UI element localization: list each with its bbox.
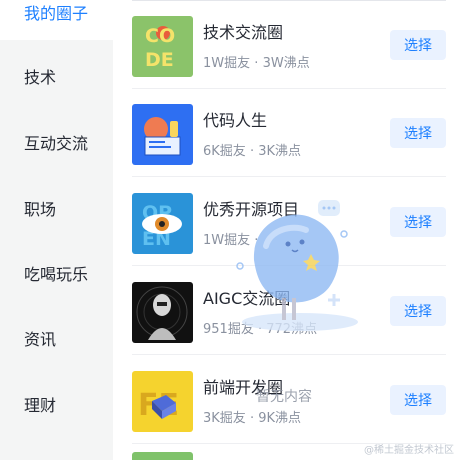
select-button[interactable]: 选择: [390, 30, 446, 60]
circle-name: 技术交流圈: [203, 23, 284, 42]
post-count: 3K沸点: [258, 144, 302, 159]
post-count: 9K沸点: [258, 411, 302, 426]
list-item[interactable]: 代码人生 6K掘友 · 3K沸点 选择: [132, 89, 446, 177]
empty-state-text: 暂无内容: [256, 389, 312, 405]
member-count: 1W掘友: [203, 56, 251, 71]
circle-logo: CO DE: [132, 16, 193, 77]
divider: [132, 354, 446, 355]
member-count: 3K掘友: [203, 411, 246, 426]
circle-stats: 1W掘友 · 3W沸点: [203, 52, 310, 71]
watermark: @稀土掘金技术社区: [364, 445, 454, 456]
sidebar-item-label: 理财: [24, 396, 57, 415]
post-count: 3W沸点: [262, 56, 310, 71]
select-button[interactable]: 选择: [390, 385, 446, 415]
circle-logo: [132, 282, 193, 343]
sidebar-item-my-circles[interactable]: 我的圈子: [0, 0, 113, 40]
circle-logo: [132, 104, 193, 165]
circle-logo: [132, 452, 193, 460]
select-button[interactable]: 选择: [390, 118, 446, 148]
sidebar-item-interaction[interactable]: 互动交流: [0, 114, 113, 170]
circle-stats: 3K掘友 · 9K沸点: [203, 407, 301, 426]
separator-dot: ·: [254, 56, 259, 71]
sidebar-item-label: 吃喝玩乐: [24, 265, 89, 284]
select-button[interactable]: 选择: [390, 207, 446, 237]
sidebar-item-finance[interactable]: 理财: [0, 376, 113, 432]
sidebar-item-label: 职场: [24, 200, 57, 219]
divider: [132, 176, 446, 177]
sidebar-item-news[interactable]: 资讯: [0, 310, 113, 366]
circle-name: 代码人生: [203, 111, 268, 130]
member-count: 6K掘友: [203, 144, 246, 159]
sidebar-item-label: 技术: [24, 68, 57, 87]
separator-dot: ·: [249, 411, 255, 426]
sidebar-item-label: 我的圈子: [24, 4, 89, 23]
circle-logo: FE: [132, 371, 193, 432]
sidebar-item-lifestyle[interactable]: 吃喝玩乐: [0, 245, 113, 301]
separator-dot: ·: [249, 144, 255, 159]
logo-text: CO: [145, 25, 175, 47]
circle-logo: OP EN: [132, 193, 193, 254]
circle-stats: 6K掘友 · 3K沸点: [203, 140, 301, 159]
sidebar-item-label: 资讯: [24, 330, 57, 349]
category-sidebar: 我的圈子 技术 互动交流 职场 吃喝玩乐 资讯 理财: [0, 0, 113, 460]
sidebar-item-career[interactable]: 职场: [0, 180, 113, 236]
sidebar-item-label: 互动交流: [24, 134, 89, 153]
select-button[interactable]: 选择: [390, 296, 446, 326]
empty-state-illustration: [222, 190, 372, 340]
sidebar-item-tech[interactable]: 技术: [0, 48, 113, 104]
logo-text: DE: [145, 49, 174, 71]
list-item[interactable]: CO DE 技术交流圈 1W掘友 · 3W沸点 选择: [132, 1, 446, 89]
